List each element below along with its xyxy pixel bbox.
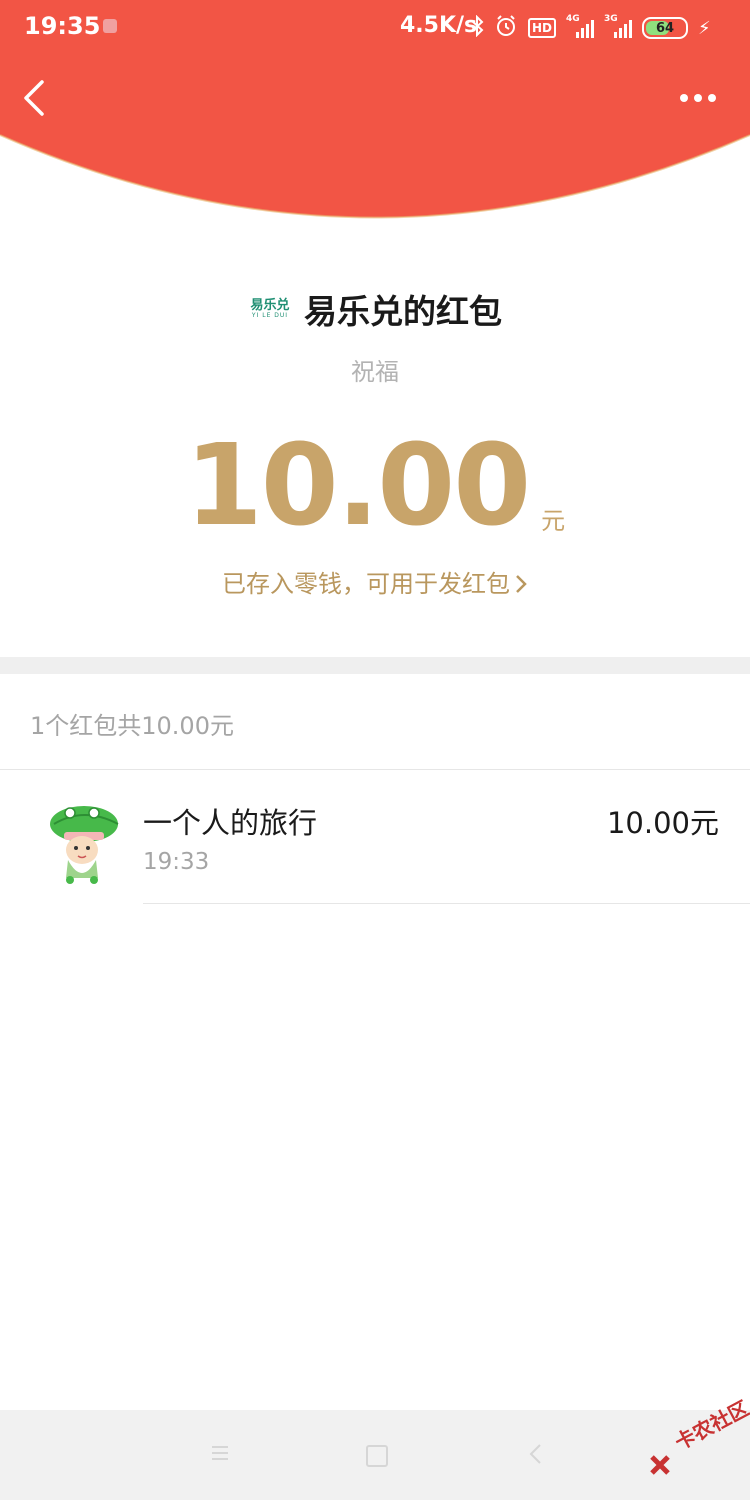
watermark: 卡农社区: [645, 1396, 750, 1478]
network-speed: 4.5K/s: [400, 13, 478, 38]
signal-4g-icon: 4G: [566, 14, 595, 38]
blessing-text: 祝福: [351, 358, 399, 386]
alarm-icon: [494, 14, 518, 42]
amount-value: 10.00: [184, 421, 531, 551]
battery-icon: 64: [642, 17, 689, 39]
hd-icon: HD: [528, 18, 557, 38]
avatar: [40, 798, 124, 884]
record-time: 19:33: [143, 849, 210, 875]
amount-unit: 元: [541, 507, 566, 535]
divider-line: [143, 903, 750, 904]
music-notification-icon: [103, 19, 117, 33]
signal-3g-icon: 3G: [604, 14, 633, 38]
envelope-title: 易乐兑的红包: [304, 292, 502, 331]
divider-line: [0, 769, 750, 770]
chevron-right-icon: [514, 570, 528, 598]
wallet-link-label: 已存入零钱，可用于发红包: [222, 570, 510, 598]
watermark-logo-icon: [650, 1455, 670, 1475]
sender-row: 易乐兑 YI LE DUI 易乐兑的红包: [0, 285, 750, 333]
watermark-text: 卡农社区: [670, 1395, 750, 1455]
status-time: 19:35: [24, 12, 101, 40]
charging-icon: ⚡: [698, 17, 711, 39]
menu-icon[interactable]: [210, 1443, 230, 1463]
more-button[interactable]: [676, 86, 720, 110]
sender-logo: 易乐兑 YI LE DUI: [250, 298, 290, 319]
back-icon[interactable]: [526, 1442, 546, 1466]
record-amount: 10.00元: [606, 806, 719, 840]
bluetooth-icon: [470, 14, 484, 41]
battery-level: 64: [655, 20, 675, 36]
home-icon[interactable]: [366, 1445, 388, 1467]
summary-text: 1个红包共10.00元: [30, 712, 234, 740]
more-dots-icon: [680, 94, 716, 102]
wallet-link[interactable]: 已存入零钱，可用于发红包: [0, 564, 750, 599]
section-divider: [0, 657, 750, 674]
record-name: 一个人的旅行: [143, 806, 318, 840]
back-button[interactable]: [18, 78, 54, 118]
status-bar: 19:35 4.5K/s HD 4G 3G 64 ⚡: [0, 0, 750, 54]
chevron-left-icon: [24, 80, 44, 116]
amount-row: 10.00 元: [0, 430, 750, 542]
